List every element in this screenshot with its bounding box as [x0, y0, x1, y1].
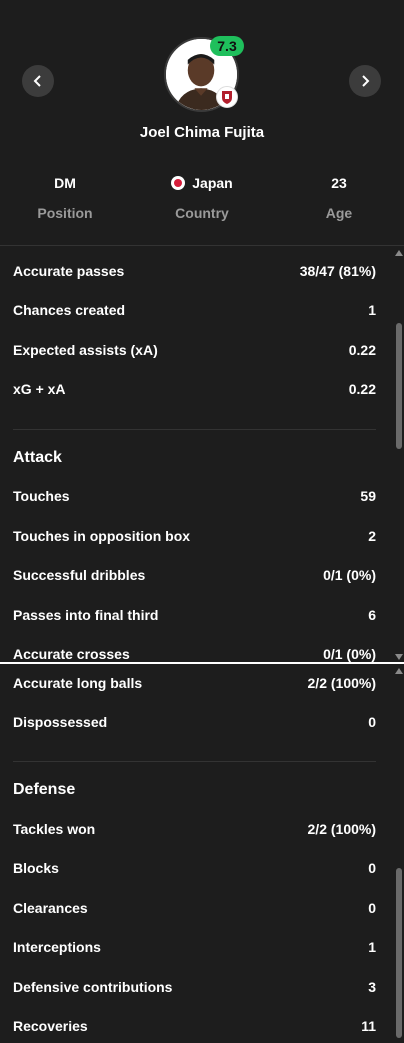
scroll-up-icon[interactable]	[395, 668, 403, 674]
stat-label: xG + xA	[13, 381, 66, 397]
country-value-wrap: Japan	[137, 174, 267, 192]
stat-row: Blocks 0	[13, 858, 376, 878]
stat-value: 59	[360, 488, 376, 504]
stat-value: 38/47 (81%)	[299, 263, 376, 279]
defense-section-title: Defense	[13, 781, 76, 798]
stat-value: 2/2 (100%)	[307, 821, 376, 837]
stat-row: Expected assists (xA) 0.22	[13, 340, 376, 360]
position-value: DM	[54, 175, 76, 191]
scroll-thumb[interactable]	[396, 323, 402, 449]
stat-value: 6	[368, 607, 376, 623]
stat-row: Clearances 0	[13, 898, 376, 918]
stat-label: Interceptions	[13, 939, 101, 955]
club-crest-icon	[216, 86, 238, 108]
stat-label: Dispossessed	[13, 714, 108, 730]
next-player-button[interactable]	[349, 65, 381, 97]
scrollbar[interactable]	[394, 246, 404, 662]
player-avatar-group[interactable]: 7.3	[164, 36, 244, 112]
age-info: 23 Age	[274, 174, 404, 221]
country-info: Japan Country	[137, 174, 267, 221]
stat-label: Chances created	[13, 302, 126, 318]
stat-value: 0	[368, 900, 376, 916]
stat-label: Successful dribbles	[13, 567, 146, 583]
stat-row: xG + xA 0.22	[13, 379, 376, 399]
stat-value: 2/2 (100%)	[307, 675, 376, 691]
stats-panel-top[interactable]: Accurate passes 38/47 (81%) Chances crea…	[0, 246, 404, 662]
country-value: Japan	[192, 175, 233, 191]
stat-row: Touches 59	[13, 486, 376, 506]
stat-row: Touches in opposition box 2	[13, 526, 376, 546]
stat-value: 0/1 (0%)	[323, 567, 376, 583]
stat-row: Chances created 1	[13, 300, 376, 320]
stat-value: 1	[368, 302, 376, 318]
stats-panel-bottom[interactable]: Accurate long balls 2/2 (100%) Disposses…	[0, 664, 404, 1043]
stat-value: 1	[368, 939, 376, 955]
stat-label: Accurate long balls	[13, 675, 143, 691]
chevron-left-icon	[33, 75, 41, 87]
stat-value: 0	[368, 714, 376, 730]
section-divider	[13, 761, 376, 762]
stat-label: Clearances	[13, 900, 88, 916]
stat-row: Dispossessed 0	[13, 712, 376, 732]
stat-label: Accurate crosses	[13, 646, 130, 662]
chevron-right-icon	[362, 75, 370, 87]
player-name: Joel Chima Fujita	[139, 124, 265, 141]
stat-label: Accurate passes	[13, 263, 125, 279]
stat-label: Tackles won	[13, 821, 96, 837]
age-label: Age	[325, 205, 353, 221]
scroll-down-icon[interactable]	[395, 654, 403, 660]
section-divider	[13, 429, 376, 430]
age-value: 23	[331, 175, 347, 191]
stat-row: Accurate crosses 0/1 (0%)	[13, 644, 376, 662]
japan-flag-icon	[171, 176, 186, 190]
stat-label: Defensive contributions	[13, 979, 173, 995]
stat-row: Recoveries 11	[13, 1016, 376, 1036]
stat-row: Passes into final third 6	[13, 605, 376, 625]
stat-row: Accurate passes 38/47 (81%)	[13, 261, 376, 281]
scrollbar[interactable]	[394, 664, 404, 1043]
stat-row: Successful dribbles 0/1 (0%)	[13, 565, 376, 585]
stat-row: Tackles won 2/2 (100%)	[13, 819, 376, 839]
scroll-up-icon[interactable]	[395, 250, 403, 256]
stat-row: Accurate long balls 2/2 (100%)	[13, 673, 376, 693]
stat-label: Blocks	[13, 860, 59, 876]
player-header: 7.3 Joel Chima Fujita DM Position Japan …	[0, 0, 404, 245]
stat-value: 0.22	[348, 381, 376, 397]
stat-value: 0/1 (0%)	[323, 646, 376, 662]
stat-label: Passes into final third	[13, 607, 159, 623]
stat-value: 0.22	[348, 342, 376, 358]
country-label: Country	[175, 205, 229, 221]
previous-player-button[interactable]	[22, 65, 54, 97]
stat-value: 2	[368, 528, 376, 544]
stat-value: 3	[368, 979, 376, 995]
rating-badge: 7.3	[210, 36, 244, 56]
position-label: Position	[37, 205, 93, 221]
stat-label: Touches in opposition box	[13, 528, 191, 544]
position-info: DM Position	[0, 174, 130, 221]
stat-label: Touches	[13, 488, 70, 504]
stat-row: Defensive contributions 3	[13, 977, 376, 997]
attack-section-title: Attack	[13, 449, 62, 466]
stat-row: Interceptions 1	[13, 937, 376, 957]
stat-value: 11	[361, 1018, 376, 1034]
scroll-thumb[interactable]	[396, 868, 402, 1038]
stat-label: Recoveries	[13, 1018, 88, 1034]
stat-value: 0	[368, 860, 376, 876]
stat-label: Expected assists (xA)	[13, 342, 158, 358]
